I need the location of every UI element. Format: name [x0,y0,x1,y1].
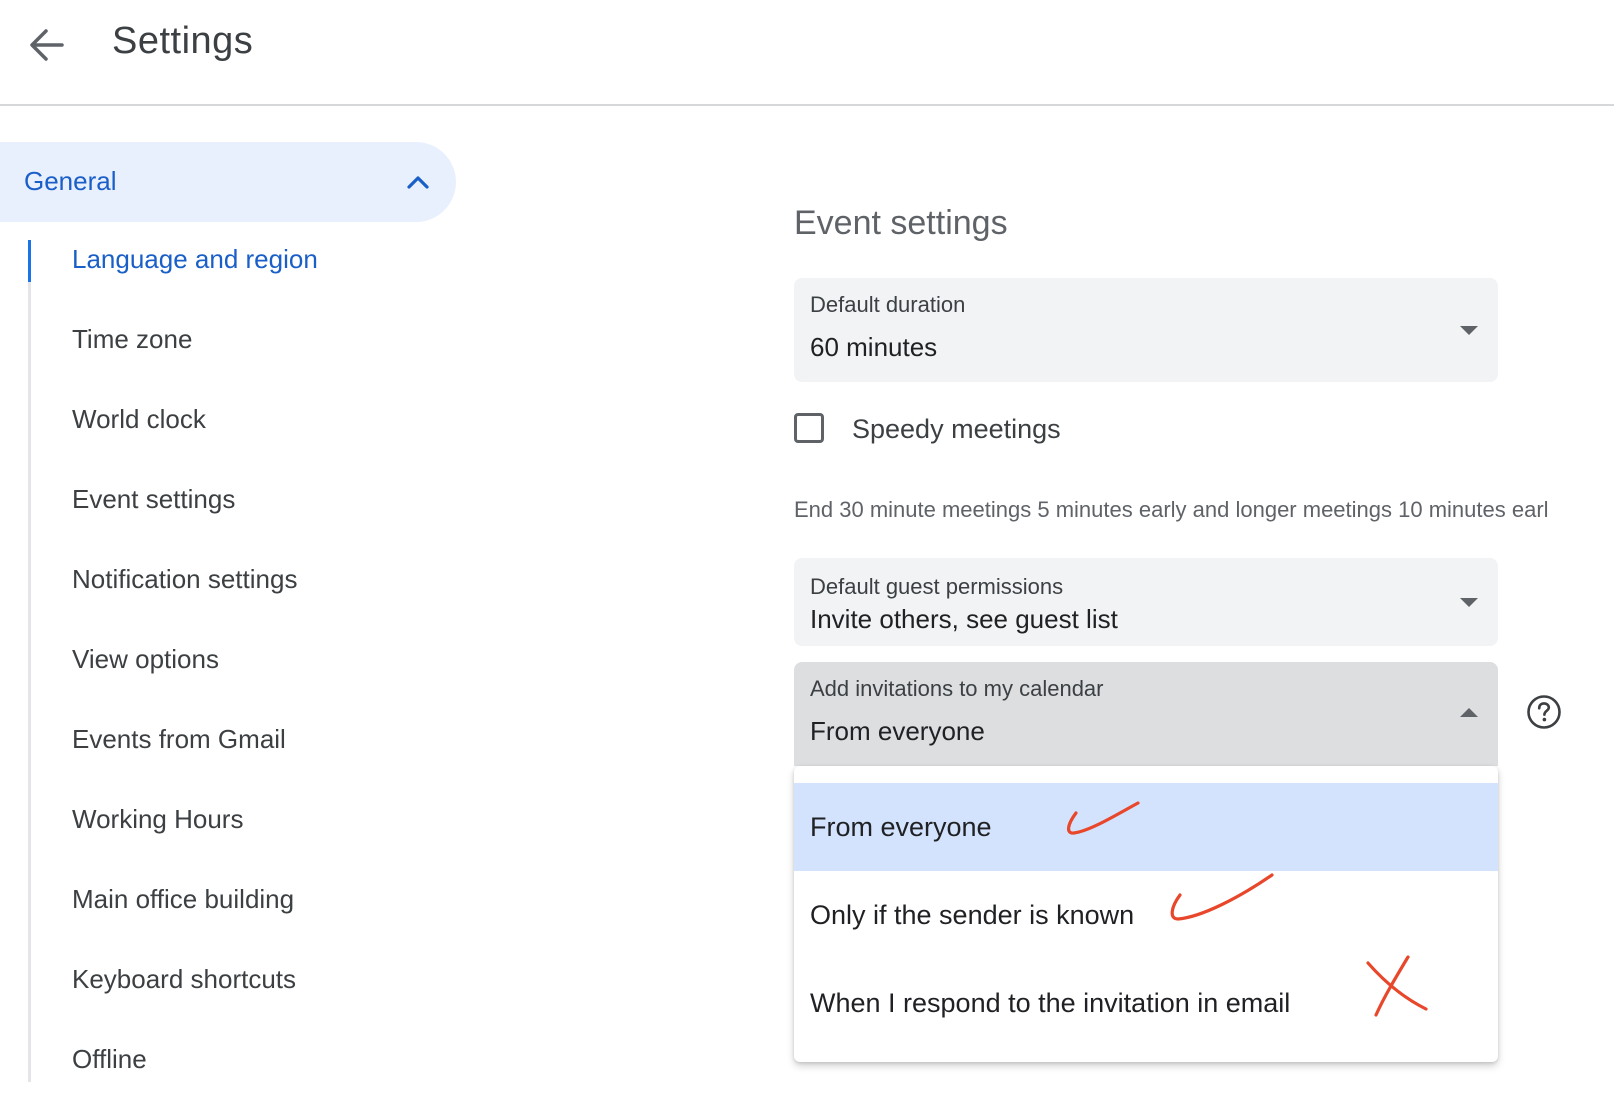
sidebar-item-working-hours[interactable]: Working Hours [72,804,243,835]
sidebar-item-notification-settings[interactable]: Notification settings [72,564,297,595]
page-title: Settings [112,20,254,62]
default-duration-select[interactable]: Default duration 60 minutes [794,278,1498,382]
menu-option-label: When I respond to the invitation in emai… [810,988,1291,1018]
dropdown-arrow-icon [1460,598,1478,607]
sidebar-active-indicator [28,240,31,282]
sidebar-item-event-settings[interactable]: Event settings [72,484,235,515]
menu-option-when-i-respond[interactable]: When I respond to the invitation in emai… [794,955,1498,1047]
speedy-meetings-checkbox[interactable] [794,413,824,443]
menu-option-label: Only if the sender is known [810,900,1135,930]
app-header: Settings [0,0,1614,106]
sidebar-item-time-zone[interactable]: Time zone [72,324,192,355]
dropdown-arrow-up-icon [1460,708,1478,717]
header-divider [0,104,1614,106]
sidebar-item-events-from-gmail[interactable]: Events from Gmail [72,724,286,755]
guest-permissions-value: Invite others, see guest list [810,604,1118,634]
sidebar-item-view-options[interactable]: View options [72,644,219,675]
sidebar-item-language-and-region[interactable]: Language and region [72,244,318,275]
speedy-meetings-hint: End 30 minute meetings 5 minutes early a… [794,497,1549,522]
guest-permissions-label: Default guest permissions [810,574,1064,599]
guest-permissions-select[interactable]: Default guest permissions Invite others,… [794,558,1498,646]
sidebar-group-label: General [24,166,117,196]
menu-option-from-everyone[interactable]: From everyone [794,783,1498,871]
add-invitations-value: From everyone [810,716,985,746]
check-mark-icon [1067,801,1140,835]
sidebar-group-general[interactable]: General [0,142,456,222]
help-icon[interactable] [1526,694,1562,730]
default-duration-label: Default duration [810,292,966,317]
section-title: Event settings [794,204,1008,242]
cross-mark-icon [1366,955,1428,1017]
sidebar-item-keyboard-shortcuts[interactable]: Keyboard shortcuts [72,964,296,995]
back-arrow-icon[interactable] [24,22,70,68]
menu-option-label: From everyone [810,812,992,842]
dropdown-arrow-icon [1460,326,1478,335]
default-duration-value: 60 minutes [810,332,938,362]
menu-option-only-if-sender-known[interactable]: Only if the sender is known [794,871,1498,959]
add-invitations-select[interactable]: Add invitations to my calendar From ever… [794,662,1498,766]
add-invitations-label: Add invitations to my calendar [810,676,1104,701]
sidebar-nav-rail [28,240,31,1082]
sidebar-item-main-office-building[interactable]: Main office building [72,884,294,915]
check-mark-icon [1170,873,1274,921]
add-invitations-menu: From everyone Only if the sender is know… [794,766,1498,1062]
sidebar-item-offline[interactable]: Offline [72,1044,147,1075]
sidebar-item-world-clock[interactable]: World clock [72,404,206,435]
chevron-up-icon [404,168,432,196]
speedy-meetings-label: Speedy meetings [852,414,1061,444]
